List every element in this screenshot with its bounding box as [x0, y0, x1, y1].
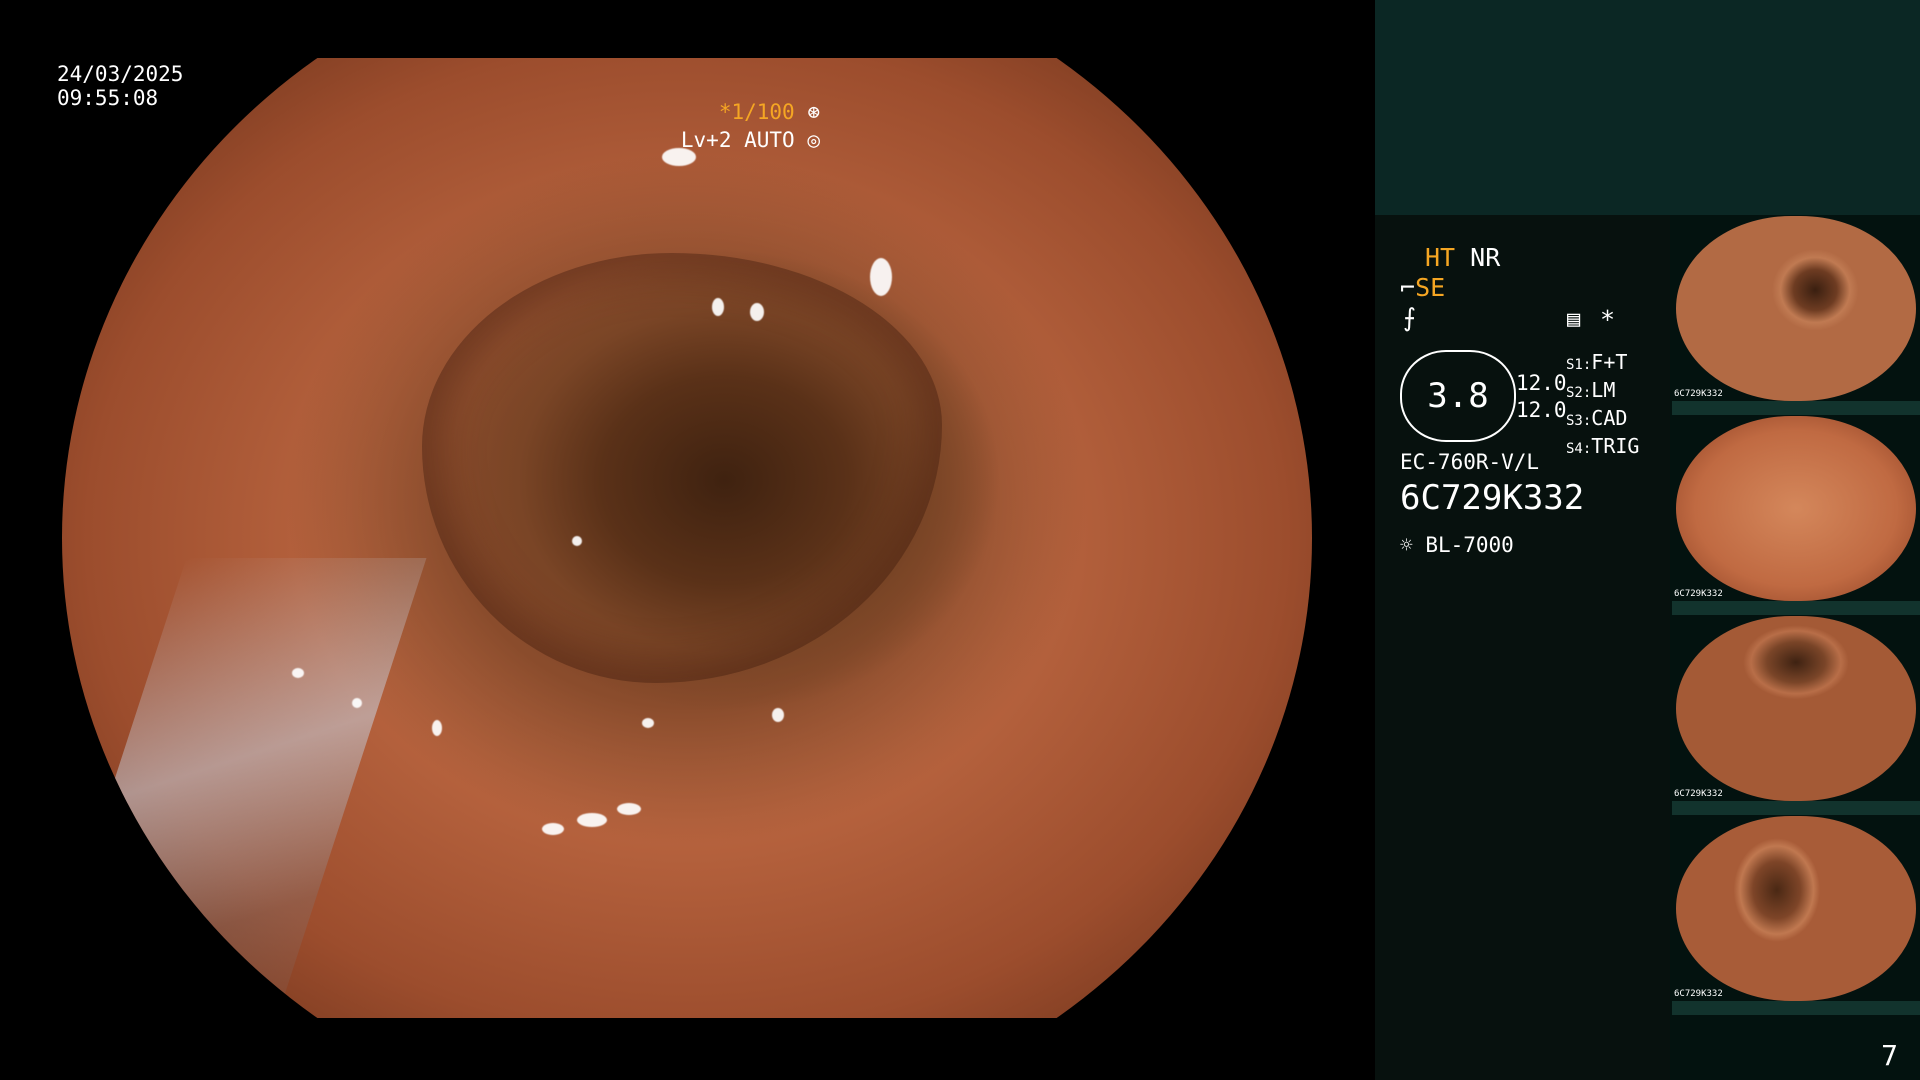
s2-label: S2: [1566, 385, 1592, 401]
s1-label: S1: [1566, 357, 1592, 373]
scope-model: EC-760R-V/L [1400, 450, 1540, 474]
thumbnail-label: 6C729K332 [1674, 789, 1723, 799]
specular-highlight [542, 823, 564, 835]
se-row: ⌐SE [1400, 273, 1445, 303]
timestamp: 24/03/2025 09:55:08 [57, 62, 183, 110]
s3-label: S3: [1566, 413, 1592, 429]
thumbnail-divider [1672, 1001, 1920, 1015]
nr-label: NR [1470, 243, 1501, 272]
instrument-edge [62, 558, 427, 1018]
freeze-icon: ⨍ [1403, 303, 1417, 332]
thumbnail-label: 6C729K332 [1674, 389, 1723, 399]
auto-iris-icon: ◎ [807, 128, 820, 152]
zoom-value: 3.8 [1427, 376, 1489, 416]
gauge-values: 12.0 12.0 [1516, 370, 1567, 424]
thumbnail-image [1676, 816, 1916, 1001]
specular-highlight [772, 708, 784, 722]
structure-enhance-icon: ⌐ [1400, 273, 1416, 302]
info-column [1375, 215, 1670, 1080]
thumbnail-2[interactable]: 6C729K332 [1672, 416, 1920, 601]
thumbnail-image [1676, 216, 1916, 401]
thumbnail-divider [1672, 601, 1920, 615]
thumbnail-label: 6C729K332 [1674, 989, 1723, 999]
light-source-icon: ☼ [1400, 533, 1413, 557]
zoom-gauge: 3.8 [1400, 350, 1516, 442]
scope-serial: 6C729K332 [1400, 478, 1585, 518]
thumbnail-divider [1672, 801, 1920, 815]
light-source-row: ☼ BL-7000 [1400, 530, 1514, 560]
lumen [422, 253, 942, 683]
specular-highlight [572, 536, 582, 546]
thumbnail-4[interactable]: 6C729K332 [1672, 816, 1920, 1001]
thumbnail-1[interactable]: 6C729K332 [1672, 216, 1920, 401]
specular-highlight [292, 668, 304, 678]
thumbnail-3[interactable]: 6C729K332 [1672, 616, 1920, 801]
gauge-value-1: 12.0 [1516, 371, 1567, 395]
s2-value: LM [1591, 378, 1616, 402]
specular-highlight [712, 298, 724, 316]
se-label: SE [1415, 273, 1446, 302]
shutter-text: *1/100 [718, 100, 795, 124]
gauge-value-2: 12.0 [1516, 398, 1567, 422]
asterisk-text: * [1600, 305, 1616, 334]
thumbnail-label: 6C729K332 [1674, 589, 1723, 599]
time-text: 09:55:08 [57, 86, 159, 110]
specular-highlight [577, 813, 607, 827]
switch-list: S1:F+T S2:LM S3:CAD S4:TRIG [1566, 350, 1639, 462]
light-source-text: BL-7000 [1425, 533, 1514, 557]
s3-value: CAD [1591, 406, 1628, 430]
exposure-overlay: *1/100 ⊛ Lv+2 AUTO ◎ [681, 98, 820, 154]
page-number: 7 [1881, 1039, 1898, 1072]
thumbnail-divider [1672, 401, 1920, 415]
endoscope-main-view: 24/03/2025 09:55:08 *1/100 ⊛ Lv+2 AUTO ◎ [0, 0, 1375, 1080]
specular-highlight [352, 698, 362, 708]
date-text: 24/03/2025 [57, 62, 184, 86]
specular-highlight [750, 303, 764, 321]
s4-label: S4: [1566, 441, 1592, 457]
level-text: Lv+2 AUTO [680, 128, 795, 152]
aperture-icon: ⊛ [807, 100, 820, 124]
s1-value: F+T [1591, 350, 1628, 374]
ht-label: HT [1425, 243, 1456, 272]
settings-icon: ▤ [1567, 307, 1581, 332]
side-panel-header [1375, 0, 1920, 215]
endoscopic-image [62, 58, 1312, 1018]
specular-highlight [617, 803, 641, 815]
specular-highlight [642, 718, 654, 728]
thumbnail-image [1676, 416, 1916, 601]
s4-value: TRIG [1591, 434, 1640, 458]
thumbnail-image [1676, 616, 1916, 801]
specular-highlight [870, 258, 892, 296]
ht-nr-row: HT NR [1425, 243, 1500, 273]
specular-highlight [432, 720, 442, 736]
